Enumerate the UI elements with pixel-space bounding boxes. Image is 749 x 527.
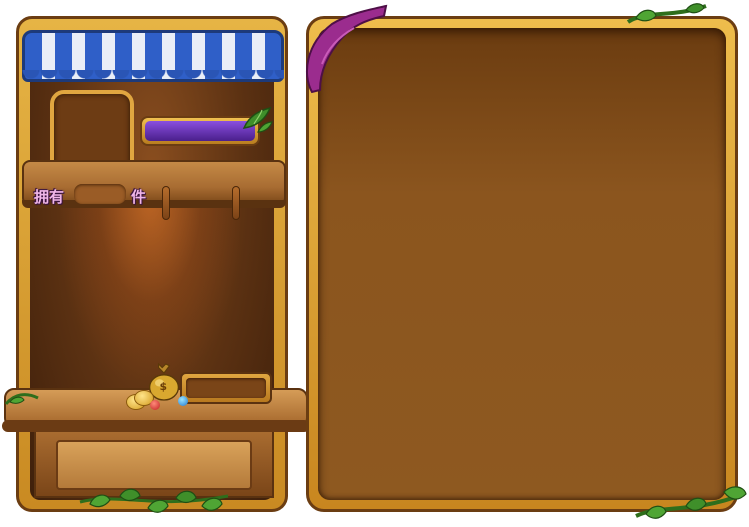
gem-icon [178,396,188,406]
price-field [186,378,266,398]
vine-decoration [626,3,707,24]
shelf-hook-left [162,186,170,220]
item-name-field [145,121,255,141]
owned-label: 拥有 [34,188,65,206]
gem-icon [150,400,160,410]
shop-lamp-glow [60,200,240,380]
ribbon-decoration [305,4,388,94]
shelf-hook-right [232,186,240,220]
svg-text:$: $ [160,380,168,393]
leaf-icon [242,106,273,133]
content-panel-area [318,28,726,500]
counter-lip [2,420,310,432]
vine-decoration [635,486,747,519]
owned-unit-label: 件 [131,188,147,206]
vine-decoration [79,488,229,513]
vine-decoration [4,393,39,405]
owned-count-field [74,184,126,204]
shop-awning-scallop [22,70,284,84]
